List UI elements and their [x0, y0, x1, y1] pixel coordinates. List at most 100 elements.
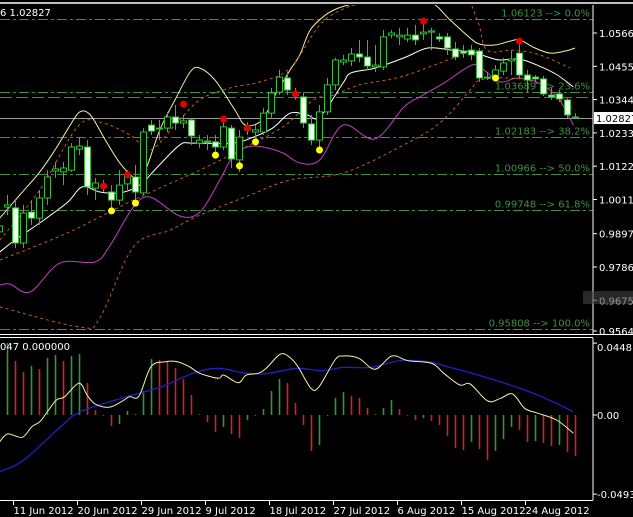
fractal-up-dot: [100, 182, 107, 190]
bull-candle-body: [44, 176, 51, 199]
bull-candle-body: [396, 34, 403, 38]
candle: [300, 92, 307, 129]
oscillator-tick-label: 0.04481: [597, 343, 633, 354]
bear-candle-body: [516, 52, 523, 76]
bear-candle-body: [412, 34, 419, 41]
bull-candle-body: [316, 111, 323, 141]
fractal-down-dot: [212, 151, 219, 159]
fractal-up-dot: [180, 100, 187, 108]
bull-candle-body: [4, 204, 11, 208]
bear-candle-body: [84, 146, 91, 188]
fractal-up-dot: [516, 37, 523, 45]
bull-candle-body: [164, 116, 171, 129]
candle: [332, 57, 339, 90]
bear-candle-body: [132, 176, 139, 193]
candle: [476, 48, 483, 82]
fractal-down-dot: [252, 138, 259, 146]
fractal-down-dot: [108, 207, 115, 215]
bull-candle-body: [140, 131, 147, 194]
bear-candle-body: [108, 191, 115, 201]
bear-candle-body: [364, 56, 371, 67]
fractal-down-dot: [492, 74, 499, 82]
price-tick-label: 1.03440: [599, 96, 633, 107]
price-tick-label: 1.00110: [599, 196, 633, 207]
fractal-up-dot: [220, 115, 227, 123]
fractal-down-dot: [132, 199, 139, 207]
bull-candle-body: [260, 112, 267, 133]
fractal-up-dot: [292, 90, 299, 98]
bull-candle-body: [340, 59, 347, 63]
time-tick-label: 11 Jun 2012: [14, 506, 74, 517]
bear-candle-body: [532, 76, 539, 80]
candle: [140, 128, 147, 195]
time-tick-label: 20 Jun 2012: [78, 506, 138, 517]
oscillator-tick-label: 0.00: [597, 411, 619, 422]
bull-candle-body: [348, 53, 355, 62]
bull-candle-body: [20, 212, 27, 244]
bear-candle-body: [308, 123, 315, 141]
bull-candle-body: [372, 64, 379, 68]
bull-candle-body: [404, 34, 411, 40]
bear-candle-body: [524, 74, 531, 81]
bull-candle-body: [204, 140, 211, 143]
bull-candle-body: [156, 127, 163, 130]
gray-marker: [583, 291, 633, 304]
fractal-up-dot: [420, 17, 427, 25]
bear-candle-body: [12, 207, 19, 244]
price-tick-label: 0.97860: [599, 263, 633, 274]
bear-candle-body: [356, 53, 363, 58]
bear-candle-body: [444, 36, 451, 49]
time-tick-label: 9 Jul 2012: [206, 506, 256, 517]
price-chart[interactable]: 1.06123 --> 0.0%1.03689 --> 23.6%1.02183…: [0, 0, 633, 517]
fractal-down-dot: [316, 146, 323, 154]
bear-candle-body: [468, 49, 475, 56]
time-tick-label: 29 Jun 2012: [142, 506, 202, 517]
bull-candle-body: [196, 139, 203, 144]
bull-candle-body: [332, 59, 339, 86]
main-chart-title: 6 1.02827: [0, 8, 51, 19]
candle: [68, 143, 75, 172]
candle: [540, 75, 547, 96]
bull-candle-body: [252, 129, 259, 133]
fib-level-label: 1.06123 --> 0.0%: [501, 9, 590, 20]
bull-candle-body: [68, 146, 75, 171]
bear-candle-body: [436, 36, 443, 40]
bull-candle-body: [508, 58, 515, 62]
bear-candle-body: [452, 48, 459, 58]
bull-candle-body: [388, 32, 395, 36]
candle: [564, 98, 571, 118]
fib-level-label: 1.02183 --> 38.2%: [495, 127, 590, 138]
bear-candle-body: [476, 50, 483, 79]
bear-candle-body: [564, 99, 571, 116]
bear-candle-body: [188, 119, 195, 137]
bear-candle-body: [540, 78, 547, 95]
fractal-down-dot: [236, 162, 243, 170]
bull-candle-body: [180, 120, 187, 124]
bull-candle-body: [276, 76, 283, 93]
bear-candle-body: [212, 141, 219, 148]
bull-candle-body: [380, 36, 387, 68]
bull-candle-body: [0, 225, 3, 233]
time-tick-label: 18 Jul 2012: [270, 506, 327, 517]
price-tick-label: 0.98970: [599, 230, 633, 241]
bull-candle-body: [420, 31, 427, 35]
bear-candle-body: [228, 127, 235, 160]
bull-candle-body: [76, 145, 83, 150]
price-tick-label: 1.04550: [599, 62, 633, 73]
bull-candle-body: [220, 126, 227, 148]
bear-candle-body: [28, 211, 35, 219]
fib-level-label: 1.00966 --> 50.0%: [495, 164, 590, 175]
fractal-up-dot: [124, 171, 131, 179]
oscillator-tick-label: -0.04934: [597, 490, 633, 501]
bear-candle-body: [548, 94, 555, 98]
price-tick-label: 1.01220: [599, 162, 633, 173]
bear-candle-body: [284, 77, 291, 91]
price-tick-label: 1.05660: [599, 29, 633, 40]
bull-candle-body: [500, 62, 507, 72]
bear-candle-body: [148, 124, 155, 132]
time-tick-label: 15 Aug 2012: [462, 506, 526, 517]
bull-candle-body: [484, 76, 491, 79]
bull-candle-body: [60, 167, 67, 173]
bear-candle-body: [172, 116, 179, 124]
bull-candle-body: [92, 182, 99, 189]
